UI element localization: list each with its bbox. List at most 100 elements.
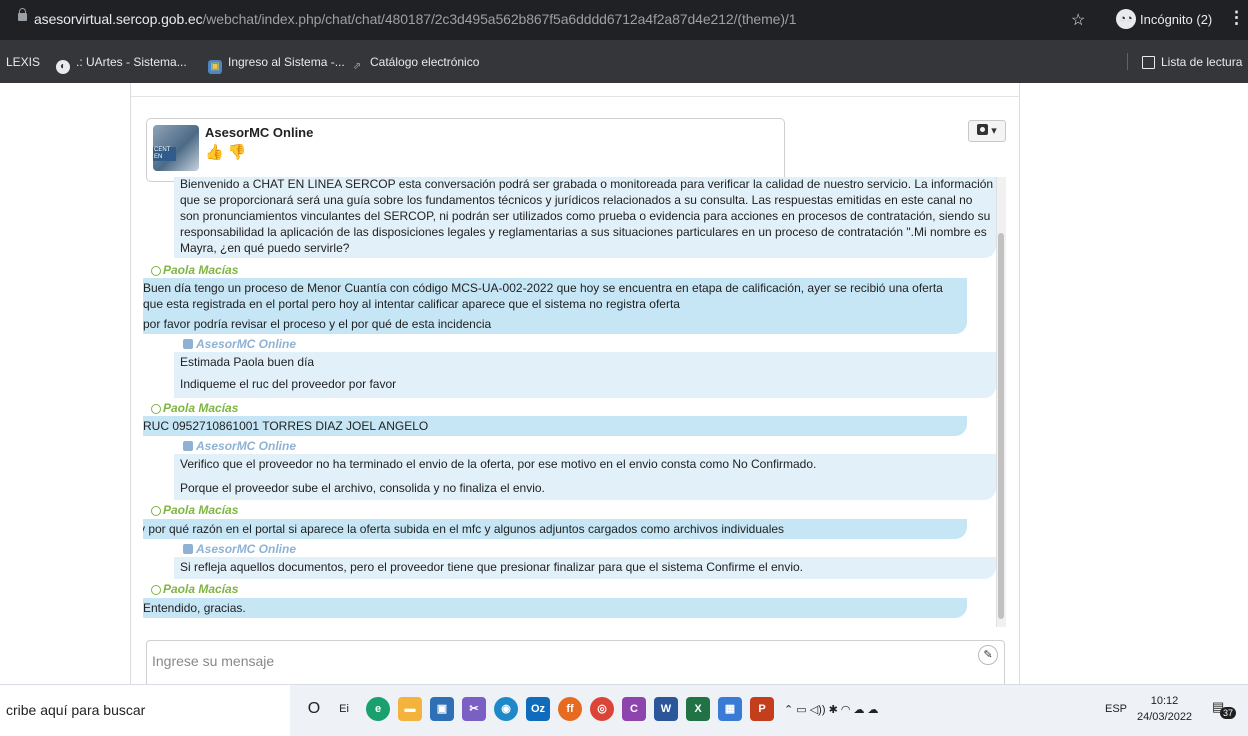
user-name: Paola Macías (163, 263, 239, 277)
vote-thumbs-icon[interactable]: 👍👎 (205, 143, 250, 161)
url-host: asesorvirtual.sercop.gob.ec (34, 11, 203, 27)
operator-name: AsesorMC Online (196, 542, 297, 556)
operator-icon (183, 339, 193, 349)
message-line: Verifico que el proveedor no ha terminad… (180, 457, 817, 471)
user-name: Paola Macías (163, 503, 239, 517)
edge-icon[interactable]: e (366, 697, 390, 721)
bookmark-label: Ingreso al Sistema -... (228, 55, 345, 69)
clock-time: 10:12 (1150, 695, 1179, 707)
bookmark-uartes[interactable]: ◐ .: UArtes - Sistema... (56, 55, 187, 74)
message-line: que se proporcionará será una guía sobre… (180, 193, 973, 207)
url-field[interactable]: asesorvirtual.sercop.gob.ec/webchat/inde… (34, 11, 797, 27)
agent-avatar: CENT EN (153, 125, 199, 171)
taskbar-search-text: cribe aquí para buscar (6, 702, 146, 718)
url-path: /webchat/index.php/chat/chat/480187/2c3d… (202, 11, 797, 27)
operator-icon (183, 544, 193, 554)
bookmark-label: .: UArtes - Sistema... (76, 55, 187, 69)
task-view-icon[interactable]: Ei (332, 697, 356, 721)
message-line: por favor podría revisar el proceso y el… (143, 317, 492, 331)
firefox-icon[interactable]: ff (558, 697, 582, 721)
taskbar-clock[interactable]: 10:12 24/03/2022 (1137, 693, 1192, 725)
user-name: Paola Macías (163, 582, 239, 596)
operator-message: Si refleja aquellos documentos, pero el … (174, 557, 996, 579)
notification-center-icon[interactable]: ▤ 37 (1212, 699, 1237, 719)
photos-icon[interactable]: ▦ (718, 697, 742, 721)
cortana-icon[interactable]: O (302, 697, 326, 721)
message-line: Si refleja aquellos documentos, pero el … (180, 560, 804, 574)
operator-message: Bienvenido a CHAT EN LINEA SERCOP esta c… (174, 177, 996, 258)
catalogo-icon: ⇗ (352, 61, 362, 72)
browser-menu-icon[interactable]: ⋮ (1228, 8, 1245, 28)
store-icon[interactable]: ▣ (430, 697, 454, 721)
reading-list-label: Lista de lectura (1161, 55, 1243, 69)
user-message: Entendido, gracias. (143, 598, 967, 618)
bookmark-lexis[interactable]: LEXIS (6, 55, 40, 69)
agent-card: CENT EN AsesorMC Online 👍👎 (146, 118, 785, 182)
settings-icon (977, 124, 989, 135)
pencil-icon[interactable]: ✎ (978, 645, 998, 665)
outlook-icon[interactable]: Oz (526, 697, 550, 721)
app-c-icon[interactable]: C (622, 697, 646, 721)
bookmark-catalogo[interactable]: ⇗ Catálogo electrónico (350, 55, 480, 74)
user-sender: Paola Macías (151, 582, 238, 596)
excel-icon[interactable]: X (686, 697, 710, 721)
operator-message: Verifico que el proveedor no ha terminad… (174, 454, 996, 500)
user-message: y por qué razón en el portal si aparece … (143, 519, 967, 539)
message-line: que esta registrada en el portal pero ho… (143, 297, 680, 311)
powerpoint-icon[interactable]: P (750, 697, 774, 721)
language-indicator[interactable]: ESP (1105, 703, 1127, 715)
reading-list-icon (1142, 56, 1155, 69)
clock-date: 24/03/2022 (1137, 711, 1193, 723)
user-sender: Paola Macías (151, 503, 238, 517)
operator-name: AsesorMC Online (196, 337, 297, 351)
windows-taskbar: cribe aquí para buscar O Ei e ▬ ▣ ✂ ◉ Oz… (0, 684, 1248, 736)
operator-message: Estimada Paola buen día Indiqueme el ruc… (174, 352, 996, 398)
user-name: Paola Macías (163, 401, 239, 415)
scrollbar-thumb[interactable] (998, 233, 1004, 619)
message-input[interactable]: Ingrese su mensaje ✎ (146, 640, 1005, 684)
message-input-placeholder: Ingrese su mensaje (152, 653, 275, 669)
reading-list-button[interactable]: Lista de lectura (1142, 55, 1242, 69)
chat-settings-button[interactable]: ▾ (968, 120, 1006, 142)
skype-icon[interactable]: ◉ (494, 697, 518, 721)
tray-icons[interactable]: ⌃ ▭ ◁)) ✱ ◠ ☁ ☁ (784, 703, 879, 716)
operator-icon (183, 441, 193, 451)
file-explorer-icon[interactable]: ▬ (398, 697, 422, 721)
user-icon (151, 404, 161, 414)
word-icon[interactable]: W (654, 697, 678, 721)
messages-scrollbar[interactable] (996, 177, 1006, 627)
bookmark-label: LEXIS (6, 55, 41, 69)
bookmark-ingreso[interactable]: ▣ Ingreso al Sistema -... (208, 55, 345, 74)
uartes-icon: ◐ (56, 60, 70, 74)
message-line: son pronunciamientos vinculantes del SER… (180, 209, 991, 223)
browser-address-bar: asesorvirtual.sercop.gob.ec/webchat/inde… (0, 0, 1248, 40)
taskbar-search[interactable]: cribe aquí para buscar (0, 685, 290, 736)
operator-sender: AsesorMC Online (183, 337, 296, 351)
operator-sender: AsesorMC Online (183, 542, 296, 556)
message-line: Porque el proveedor sube el archivo, con… (180, 481, 545, 495)
message-line: RUC 0952710861001 TORRES DIAZ JOEL ANGEL… (143, 419, 429, 433)
snipping-tool-icon[interactable]: ✂ (462, 697, 486, 721)
bookmarks-separator (1127, 53, 1128, 70)
user-icon (151, 585, 161, 595)
incognito-label[interactable]: Incógnito (2) (1140, 12, 1212, 27)
incognito-icon[interactable]: ◔◔ (1116, 9, 1136, 29)
message-line: responsabilidad la aplicación de las dis… (180, 225, 987, 239)
operator-sender: AsesorMC Online (183, 439, 296, 453)
message-line: Estimada Paola buen día (180, 355, 315, 369)
bookmark-star-icon[interactable]: ☆ (1071, 10, 1085, 30)
bookmark-label: Catálogo electrónico (370, 55, 480, 69)
message-line: y por qué razón en el portal si aparece … (143, 522, 785, 536)
user-icon (151, 266, 161, 276)
lock-icon (18, 8, 27, 21)
message-line: Entendido, gracias. (143, 601, 246, 615)
bookmarks-bar: LEXIS ◐ .: UArtes - Sistema... ▣ Ingreso a… (0, 40, 1248, 83)
notification-badge: 37 (1220, 707, 1237, 719)
chrome-icon[interactable]: ◎ (590, 697, 614, 721)
user-sender: Paola Macías (151, 401, 238, 415)
chat-messages[interactable]: Bienvenido a CHAT EN LINEA SERCOP esta c… (143, 177, 998, 627)
ingreso-icon: ▣ (208, 60, 222, 74)
user-message: Buen día tengo un proceso de Menor Cuant… (143, 278, 967, 334)
frame-divider (131, 96, 1019, 97)
message-line: Buen día tengo un proceso de Menor Cuant… (143, 281, 943, 295)
